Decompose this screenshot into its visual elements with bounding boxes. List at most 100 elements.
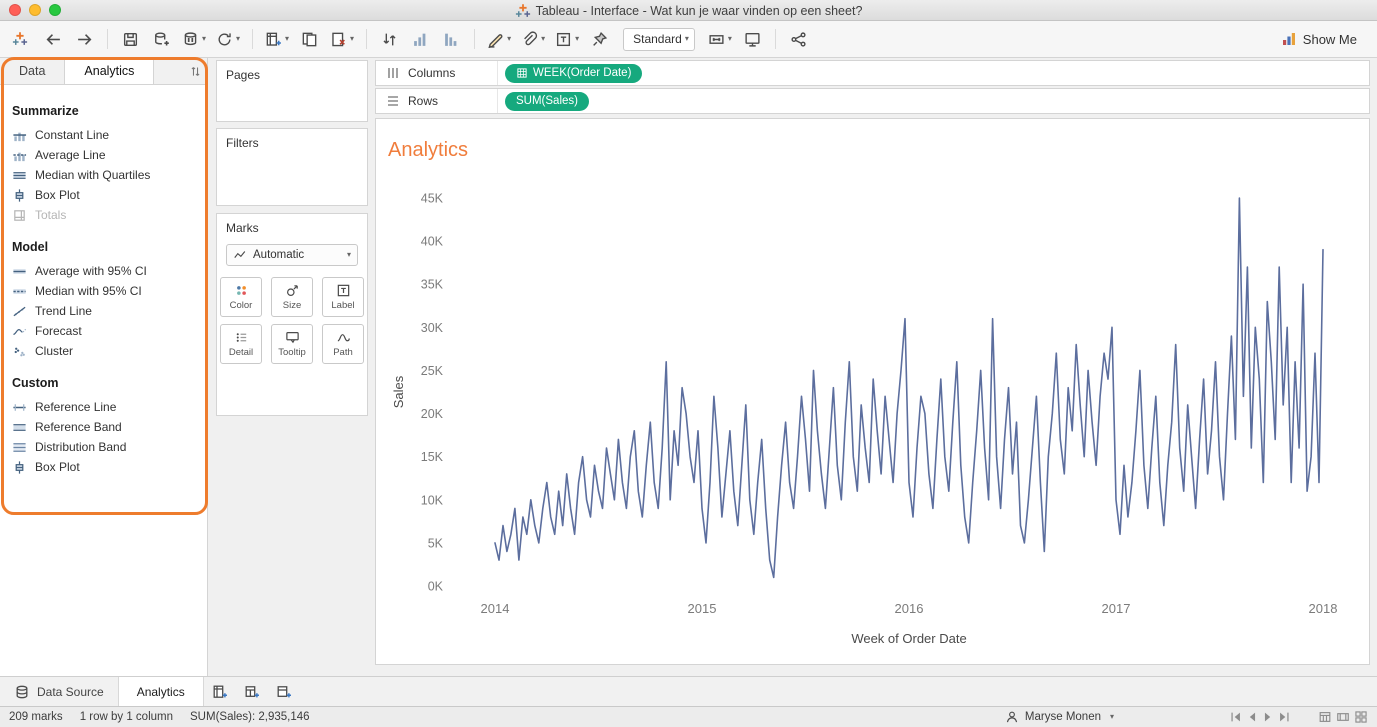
analytics-item-label: Totals bbox=[35, 208, 66, 222]
data-source-tab[interactable]: Data Source bbox=[0, 677, 119, 706]
annotation-button[interactable]: ▾ bbox=[518, 26, 548, 52]
titlebar: Tableau - Interface - Wat kun je waar vi… bbox=[0, 0, 1377, 21]
analytics-item-label: Box Plot bbox=[35, 460, 80, 474]
analytics-item-box-plot[interactable]: Box Plot bbox=[12, 185, 195, 205]
analytics-item-forecast[interactable]: Forecast bbox=[12, 321, 195, 341]
clear-sheet-button[interactable]: ▾ bbox=[327, 26, 357, 52]
analytics-item-reference-band[interactable]: Reference Band bbox=[12, 417, 195, 437]
marks-button-label: Label bbox=[331, 300, 354, 311]
pill-sum-sales[interactable]: SUM(Sales) bbox=[505, 92, 589, 111]
sort-descending-button[interactable] bbox=[438, 26, 465, 52]
filters-card-title: Filters bbox=[226, 136, 358, 150]
analytics-item-median-with-quartiles[interactable]: Median with Quartiles bbox=[12, 165, 195, 185]
run-auto-update-button[interactable]: ▾ bbox=[213, 26, 243, 52]
swap-rows-columns-button[interactable] bbox=[376, 26, 403, 52]
fit-dropdown-value: Standard bbox=[633, 32, 682, 46]
sales-line-chart[interactable]: 0K5K10K15K20K25K30K35K40K45K201420152016… bbox=[376, 119, 1369, 664]
x-axis-tick-label: 2015 bbox=[688, 601, 717, 616]
fix-axes-button[interactable] bbox=[586, 26, 613, 52]
forward-button[interactable] bbox=[71, 26, 98, 52]
user-menu[interactable]: Maryse Monen ▾ bbox=[1005, 710, 1114, 724]
marks-button-label[interactable]: Label bbox=[322, 277, 364, 317]
sort-ascending-button[interactable] bbox=[407, 26, 434, 52]
sales-line-series[interactable] bbox=[495, 198, 1323, 577]
chevron-down-icon: ▾ bbox=[685, 35, 689, 43]
analytics-item-average-with-95-ci[interactable]: Average with 95% CI bbox=[12, 261, 195, 281]
y-axis-tick-label: 40K bbox=[421, 235, 444, 249]
show-me-button[interactable]: Show Me bbox=[1273, 28, 1365, 50]
analytics-item-box-plot[interactable]: Box Plot bbox=[12, 457, 195, 477]
mark-type-dropdown[interactable]: Automatic ▾ bbox=[226, 244, 358, 266]
pill-week-order-date[interactable]: WEEK(Order Date) bbox=[505, 64, 642, 83]
box-plot-icon bbox=[12, 188, 27, 203]
new-worksheet-icon bbox=[265, 31, 282, 48]
marks-button-detail[interactable]: Detail bbox=[220, 324, 262, 364]
swap-icon bbox=[381, 31, 398, 48]
duplicate-sheet-button[interactable] bbox=[296, 26, 323, 52]
toolbar-separator bbox=[366, 29, 367, 49]
analytics-item-trend-line[interactable]: Trend Line bbox=[12, 301, 195, 321]
sort-descending-icon bbox=[443, 31, 460, 48]
presentation-mode-button[interactable] bbox=[739, 26, 766, 52]
marks-button-color[interactable]: Color bbox=[220, 277, 262, 317]
user-name: Maryse Monen bbox=[1025, 711, 1101, 723]
new-dashboard-tab-button[interactable] bbox=[236, 677, 268, 706]
tooltip-icon bbox=[285, 330, 300, 345]
tab-data[interactable]: Data bbox=[0, 58, 65, 84]
mark-labels-button[interactable]: ▾ bbox=[552, 26, 582, 52]
new-worksheet-tab-button[interactable] bbox=[204, 677, 236, 706]
marks-button-path[interactable]: Path bbox=[322, 324, 364, 364]
save-button[interactable] bbox=[117, 26, 144, 52]
marks-button-tooltip[interactable]: Tooltip bbox=[271, 324, 313, 364]
pane-control[interactable] bbox=[184, 58, 207, 84]
previous-sheet-icon[interactable] bbox=[1245, 710, 1259, 724]
rows-shelf[interactable]: Rows SUM(Sales) bbox=[375, 88, 1370, 114]
average-ci-icon bbox=[12, 264, 27, 279]
chevron-down-icon: ▾ bbox=[236, 35, 240, 43]
new-worksheet-button[interactable]: ▾ bbox=[262, 26, 292, 52]
chevron-down-icon: ▾ bbox=[202, 35, 206, 43]
new-data-source-button[interactable] bbox=[148, 26, 175, 52]
last-sheet-icon[interactable] bbox=[1277, 710, 1291, 724]
highlight-button[interactable]: ▾ bbox=[484, 26, 514, 52]
y-axis-title: Sales bbox=[391, 375, 406, 408]
show-sheet-tabs-icon[interactable] bbox=[1318, 710, 1332, 724]
analytics-item-reference-line[interactable]: Reference Line bbox=[12, 397, 195, 417]
pages-card[interactable]: Pages bbox=[216, 60, 368, 122]
first-sheet-icon[interactable] bbox=[1229, 710, 1243, 724]
analytics-item-label: Distribution Band bbox=[35, 440, 126, 454]
analytics-item-label: Reference Line bbox=[35, 400, 116, 414]
sheet-nav-icons bbox=[1229, 710, 1291, 724]
columns-shelf[interactable]: Columns WEEK(Order Date) bbox=[375, 60, 1370, 86]
analytics-item-cluster[interactable]: Cluster bbox=[12, 341, 195, 361]
rows-icon bbox=[385, 93, 401, 109]
analytics-item-median-with-95-ci[interactable]: Median with 95% CI bbox=[12, 281, 195, 301]
share-button[interactable] bbox=[785, 26, 812, 52]
pause-auto-updates-icon bbox=[182, 31, 199, 48]
save-icon bbox=[122, 31, 139, 48]
fit-dropdown[interactable]: Standard▾ bbox=[623, 28, 695, 51]
chevron-down-icon: ▾ bbox=[728, 35, 732, 43]
analytics-item-distribution-band[interactable]: Distribution Band bbox=[12, 437, 195, 457]
tab-analytics[interactable]: Analytics bbox=[65, 58, 154, 84]
tableau-logo-icon[interactable] bbox=[12, 31, 28, 47]
back-button[interactable] bbox=[40, 26, 67, 52]
size-icon bbox=[285, 283, 300, 298]
next-sheet-icon[interactable] bbox=[1261, 710, 1275, 724]
filters-card[interactable]: Filters bbox=[216, 128, 368, 206]
duplicate-sheet-icon bbox=[301, 31, 318, 48]
marks-button-size[interactable]: Size bbox=[271, 277, 313, 317]
data-source-tab-label: Data Source bbox=[37, 685, 104, 699]
sheet-tab-analytics[interactable]: Analytics bbox=[119, 677, 204, 706]
y-axis-tick-label: 10K bbox=[421, 493, 444, 507]
chart-panel: Analytics 0K5K10K15K20K25K30K35K40K45K20… bbox=[375, 118, 1370, 665]
toolbar: ▾▾▾▾▾▾▾Standard▾▾ Show Me bbox=[0, 21, 1377, 58]
show-filmstrip-icon[interactable] bbox=[1336, 710, 1350, 724]
analytics-item-average-line[interactable]: Average Line bbox=[12, 145, 195, 165]
analytics-item-constant-line[interactable]: Constant Line bbox=[12, 125, 195, 145]
fit-width-button[interactable]: ▾ bbox=[705, 26, 735, 52]
pause-auto-updates-button[interactable]: ▾ bbox=[179, 26, 209, 52]
new-story-tab-button[interactable] bbox=[268, 677, 300, 706]
rows-shelf-label: Rows bbox=[376, 89, 498, 113]
show-sheet-sorter-icon[interactable] bbox=[1354, 710, 1368, 724]
